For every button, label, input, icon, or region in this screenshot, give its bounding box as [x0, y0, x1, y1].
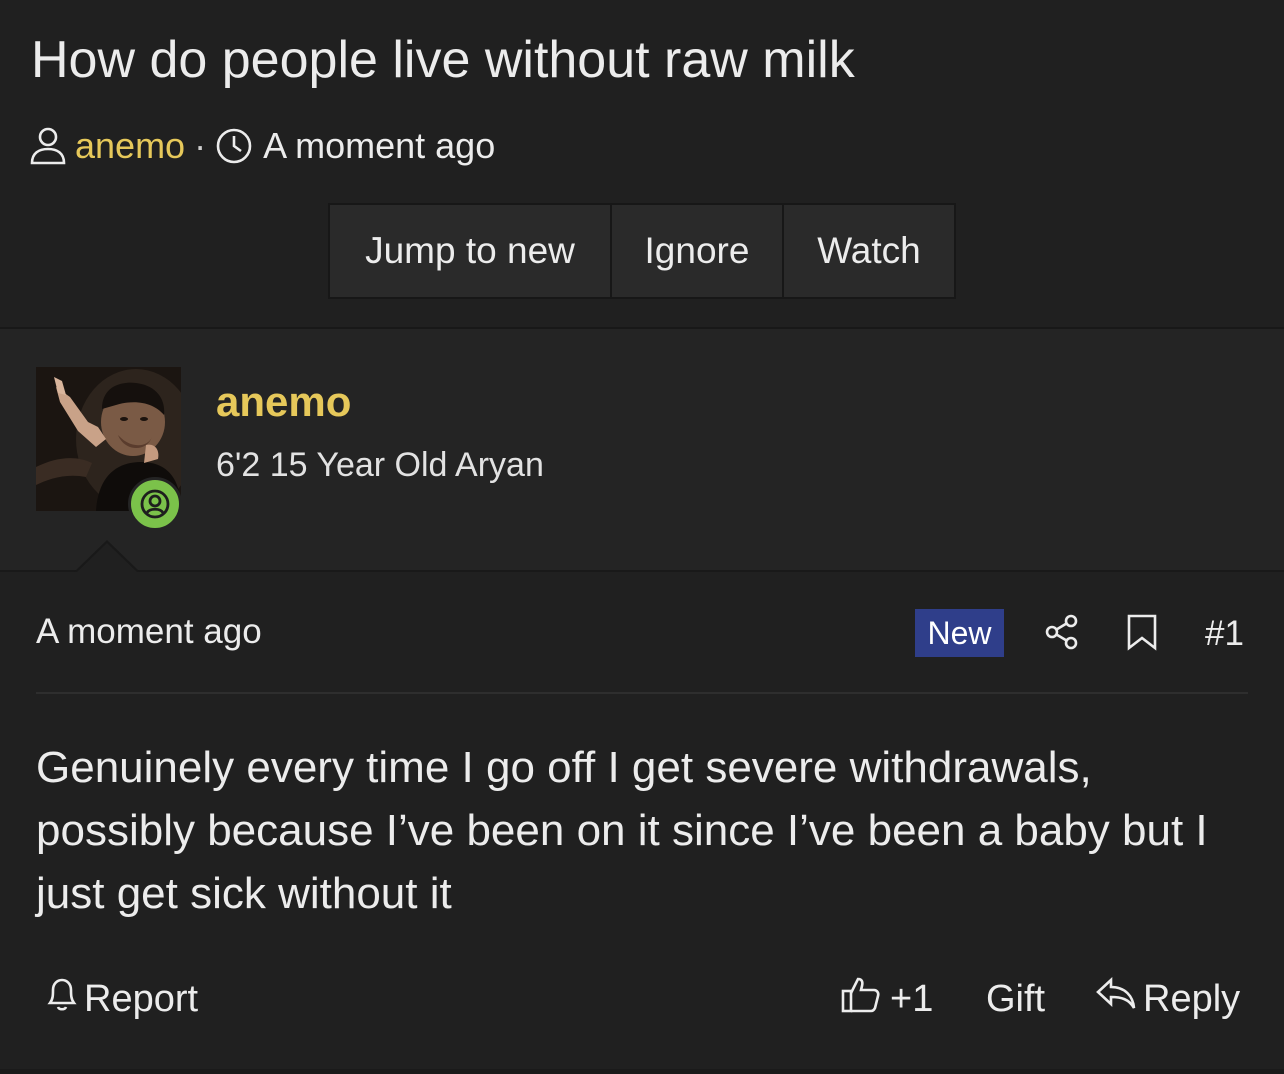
thread-actions: Jump to new Ignore Watch: [328, 203, 956, 299]
report-label: Report: [84, 977, 199, 1020]
bottom-divider: [0, 1069, 1284, 1074]
like-count: +1: [890, 977, 934, 1020]
reply-button[interactable]: Reply: [1095, 975, 1240, 1023]
share-icon[interactable]: [1043, 613, 1081, 656]
bell-icon: [44, 975, 80, 1023]
thread-time: A moment ago: [263, 125, 496, 166]
like-button[interactable]: +1: [840, 975, 933, 1023]
thumbs-up-icon: [840, 973, 882, 1025]
user-title: 6'2 15 Year Old Aryan: [216, 446, 544, 484]
new-badge: New: [915, 609, 1004, 657]
thread-author-link[interactable]: anemo: [75, 125, 185, 167]
post-time[interactable]: A moment ago: [36, 612, 262, 652]
gift-button[interactable]: Gift: [986, 975, 1045, 1023]
clock-icon: [215, 127, 253, 165]
thread-meta: anemo · A moment ago: [29, 124, 495, 168]
post-number-link[interactable]: #1: [1205, 614, 1244, 654]
report-button[interactable]: Report: [44, 975, 198, 1023]
meta-separator: ·: [194, 125, 207, 166]
watch-button[interactable]: Watch: [784, 205, 954, 297]
reply-icon: [1095, 976, 1137, 1022]
user-icon: [29, 126, 67, 166]
jump-to-new-button[interactable]: Jump to new: [330, 205, 610, 297]
post-divider: [36, 692, 1248, 694]
thread-title: How do people live without raw milk: [31, 31, 855, 89]
post-user-panel: [0, 329, 1284, 570]
section-divider: [0, 570, 1284, 572]
bookmark-icon[interactable]: [1125, 613, 1159, 656]
post-body: Genuinely every time I go off I get seve…: [36, 743, 1208, 918]
online-status-icon: [128, 477, 182, 531]
post-username[interactable]: anemo: [216, 378, 351, 426]
reply-label: Reply: [1143, 977, 1241, 1020]
ignore-button[interactable]: Ignore: [612, 205, 782, 297]
